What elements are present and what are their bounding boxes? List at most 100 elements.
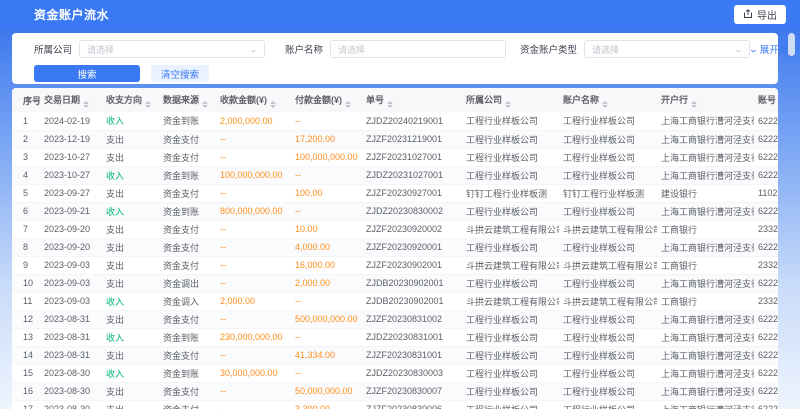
cell-direction: 支出 (102, 238, 159, 256)
cell-order_no: ZJZF20230927001 (362, 184, 462, 202)
cell-company: 工程行业样板公司 (462, 112, 559, 130)
column-header-label: 收支方向 (106, 95, 142, 105)
company-select-placeholder: 请选择 (87, 43, 114, 56)
cell-income: -- (216, 346, 291, 364)
sort-caret-icon[interactable] (83, 101, 89, 108)
cell-date: 2023-09-03 (40, 274, 102, 292)
cell-account_no: 6222301111 (754, 274, 778, 292)
account-type-placeholder: 请选择 (592, 43, 619, 56)
cell-source: 资金到账 (159, 364, 216, 382)
cell-account: 工程行业样板公司 (559, 346, 657, 364)
cell-bank: 上海工商银行漕河泾支行 (657, 400, 754, 409)
cell-income: 230,000,000.00 (216, 328, 291, 346)
column-header-company[interactable]: 所属公司 (462, 88, 559, 112)
column-header-income[interactable]: 收款金额(¥) (216, 88, 291, 112)
column-header-order_no[interactable]: 单号 (362, 88, 462, 112)
column-header-account[interactable]: 账户名称 (559, 88, 657, 112)
cell-direction: 收入 (102, 328, 159, 346)
export-button[interactable]: 导出 (734, 5, 786, 24)
cell-bank: 建设银行 (657, 184, 754, 202)
account-name-filter-label: 账户名称 (285, 42, 323, 56)
cell-expense: 50,000,000.00 (291, 382, 362, 400)
sort-caret-icon[interactable] (145, 101, 151, 108)
table-row: 122023-08-31支出资金支付--500,000,000.00ZJZF20… (12, 310, 778, 328)
cell-company: 工程行业样板公司 (462, 274, 559, 292)
cell-order_no: ZJZF20230902001 (362, 256, 462, 274)
cell-company: 工程行业样板公司 (462, 202, 559, 220)
filter-group-account-name: 账户名称 请选择 (285, 40, 506, 58)
cell-account: 工程行业样板公司 (559, 310, 657, 328)
column-header-label: 付款金额(¥) (295, 95, 342, 105)
account-type-select[interactable]: 请选择 ⌄ (584, 40, 750, 58)
cell-index: 5 (12, 184, 40, 202)
cell-account: 斗拱云建筑工程有限公司 (559, 292, 657, 310)
cell-expense: 500,000,000.00 (291, 310, 362, 328)
sort-caret-icon[interactable] (270, 101, 276, 108)
clear-search-button[interactable]: 清空搜索 (151, 65, 209, 82)
cell-order_no: ZJZF20231027001 (362, 148, 462, 166)
sort-caret-icon[interactable] (691, 101, 697, 108)
cell-income: -- (216, 184, 291, 202)
column-header-account_no[interactable]: 账号 (754, 88, 778, 112)
column-header-bank[interactable]: 开户行 (657, 88, 754, 112)
cell-account: 工程行业样板公司 (559, 328, 657, 346)
cell-expense: 16,000.00 (291, 256, 362, 274)
cell-source: 资金支付 (159, 256, 216, 274)
cell-company: 工程行业样板公司 (462, 400, 559, 409)
cell-index: 2 (12, 130, 40, 148)
cell-company: 工程行业样板公司 (462, 166, 559, 184)
cell-income: -- (216, 256, 291, 274)
cell-bank: 上海工商银行漕河泾支行 (657, 166, 754, 184)
sort-caret-icon[interactable] (602, 101, 608, 108)
sort-caret-icon[interactable] (345, 101, 351, 108)
cell-date: 2023-08-30 (40, 364, 102, 382)
cell-expense: -- (291, 166, 362, 184)
cell-income: -- (216, 220, 291, 238)
table-row: 142023-08-31支出资金支付--41,334.00ZJZF2023083… (12, 346, 778, 364)
column-header-label: 账号 (758, 95, 776, 105)
cell-date: 2023-09-03 (40, 256, 102, 274)
cell-account: 工程行业样板公司 (559, 238, 657, 256)
account-name-input[interactable]: 请选择 (330, 40, 506, 58)
cell-direction: 支出 (102, 184, 159, 202)
sort-caret-icon[interactable] (505, 101, 511, 108)
sort-caret-icon[interactable] (202, 101, 208, 108)
column-header-date[interactable]: 交易日期 (40, 88, 102, 112)
table-row: 12024-02-19收入资金到账2,000,000.00--ZJDZ20240… (12, 112, 778, 130)
cell-account_no: 6222301111 (754, 328, 778, 346)
column-header-label: 开户行 (661, 95, 688, 105)
cell-direction: 支出 (102, 274, 159, 292)
cell-account_no: 6222301111 (754, 310, 778, 328)
cell-index: 10 (12, 274, 40, 292)
search-button[interactable]: 搜索 (34, 65, 140, 82)
cell-date: 2023-10-27 (40, 148, 102, 166)
cell-direction: 支出 (102, 220, 159, 238)
cell-source: 资金调出 (159, 274, 216, 292)
scrollbar-thumb[interactable] (788, 33, 795, 56)
sort-caret-icon[interactable] (387, 101, 393, 108)
cell-date: 2023-08-30 (40, 400, 102, 409)
cell-expense: 100,000,000.00 (291, 148, 362, 166)
cell-bank: 上海工商银行漕河泾支行 (657, 310, 754, 328)
cell-expense: -- (291, 364, 362, 382)
company-select[interactable]: 请选择 ⌄ (79, 40, 265, 58)
cell-income: 100,000,000.00 (216, 166, 291, 184)
cell-expense: -- (291, 112, 362, 130)
column-header-expense[interactable]: 付款金额(¥) (291, 88, 362, 112)
filter-panel: 所属公司 请选择 ⌄ 账户名称 请选择 资金账户类型 请选择 ⌄ ⌄ 展开筛选 … (12, 33, 778, 84)
column-header-direction[interactable]: 收支方向 (102, 88, 159, 112)
cell-company: 工程行业样板公司 (462, 310, 559, 328)
cell-date: 2023-09-21 (40, 202, 102, 220)
cell-account: 工程行业样板公司 (559, 274, 657, 292)
cell-company: 工程行业样板公司 (462, 364, 559, 382)
cell-index: 11 (12, 292, 40, 310)
table-row: 112023-09-03收入资金调入2,000.00--ZJDB20230902… (12, 292, 778, 310)
column-header-source[interactable]: 数据来源 (159, 88, 216, 112)
cell-bank: 上海工商银行漕河泾支行 (657, 328, 754, 346)
cell-direction: 收入 (102, 112, 159, 130)
cell-date: 2023-08-30 (40, 382, 102, 400)
cell-income: -- (216, 400, 291, 409)
cell-index: 3 (12, 148, 40, 166)
table-row: 102023-09-03支出资金调出--2,000.00ZJDB20230902… (12, 274, 778, 292)
cell-account_no: 6222301111 (754, 112, 778, 130)
